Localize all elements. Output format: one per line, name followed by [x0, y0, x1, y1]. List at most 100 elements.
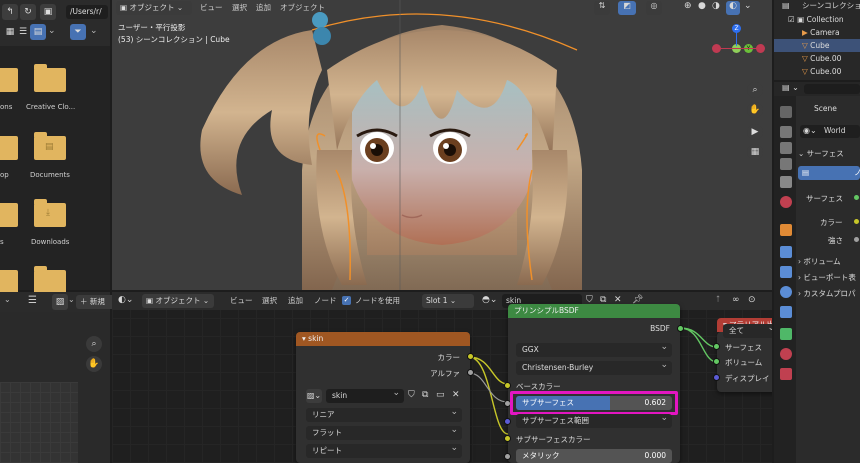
distribution-select[interactable]: GGX [516, 340, 672, 357]
transform-orientation-icon[interactable]: ⇅ [594, 1, 610, 15]
image-node-header[interactable]: ▾ skin [296, 332, 470, 346]
outliner-row-collection[interactable]: ☑ ▣ Collection [788, 13, 854, 26]
outliner-row-cube-001[interactable]: ▽ Cube.00 [802, 52, 860, 65]
hand-icon[interactable]: ✋ [747, 102, 763, 118]
menu-select[interactable]: 選択 [232, 1, 247, 15]
render-icon[interactable] [780, 126, 792, 138]
texture-icon[interactable] [780, 368, 792, 380]
bsdf-node-header[interactable]: プリンシプルBSDF [508, 304, 680, 318]
fake-user-icon[interactable]: ⛉ [408, 390, 415, 400]
output-target-select[interactable]: 全て [723, 321, 772, 338]
metallic-slider[interactable]: メタリック 0.000 [516, 449, 672, 463]
mode-select[interactable]: ▣ オブジェクト ⌄ [116, 1, 192, 15]
new-image-button[interactable]: ＋ 新規 [76, 295, 116, 309]
shading-rendered-icon[interactable]: ◐ [726, 1, 740, 15]
open-folder-icon[interactable]: ▭ [436, 390, 445, 400]
base-color-socket[interactable] [504, 382, 511, 389]
physics-icon[interactable] [780, 286, 792, 298]
search-field[interactable] [804, 84, 860, 94]
volume-input-socket[interactable] [713, 358, 720, 365]
material-icon[interactable] [780, 348, 792, 360]
node-editor[interactable]: ◐⌄ ▣ オブジェクト ⌄ ビュー 選択 追加 ノード ✓ ノードを使用 Slo… [112, 292, 772, 463]
properties-icon[interactable]: ▤ ⌄ [782, 83, 799, 92]
shading-wireframe-icon[interactable]: ⊕ [684, 1, 696, 15]
viewport-3d[interactable]: ▣ オブジェクト ⌄ ビュー 選択 追加 オブジェクト ⇅ ◩ ◎ ⊕ ● ◑ … [112, 0, 772, 290]
path-field[interactable]: /Users/r/ [66, 5, 108, 19]
list-view-icon[interactable]: ☰ [15, 24, 31, 40]
folder-documents-icon[interactable]: ▤ [34, 132, 66, 160]
metallic-socket[interactable] [504, 453, 511, 460]
use-nodes-button[interactable]: ▤ ノ [798, 166, 860, 180]
interpolation-select[interactable]: リニア [306, 405, 462, 422]
image-icon[interactable]: ▨ [52, 294, 68, 310]
camera-icon[interactable]: ▶ [747, 124, 763, 140]
duplicate-icon[interactable]: ⧉ [422, 390, 428, 400]
scene-icon[interactable] [780, 176, 792, 188]
custom-props-section[interactable]: › カスタムプロパ [798, 288, 855, 299]
subsurface-method-select[interactable]: Christensen-Burley [516, 358, 672, 375]
menu-icon[interactable]: ☰ [28, 295, 37, 306]
chevron-down-icon[interactable]: ⌄ [4, 295, 11, 304]
folder-icon[interactable] [0, 270, 18, 294]
subsurface-slider[interactable]: サブサーフェス 0.602 [516, 396, 672, 410]
tool-icon[interactable] [780, 106, 792, 118]
data-icon[interactable] [780, 328, 792, 340]
folder-icon[interactable] [0, 203, 18, 227]
image-texture-node[interactable]: ▾ skin カラー アルファ ▨⌄ skin ⛉ ⧉ ▭ ✕ リニア フラット… [296, 332, 474, 463]
grid-view-icon[interactable]: ▤ [30, 24, 46, 40]
surface-section-header[interactable]: ⌄ サーフェス [798, 148, 844, 159]
principled-bsdf-node[interactable]: プリンシプルBSDF BSDF GGX Christensen-Burley ベ… [504, 304, 684, 463]
view-layer-icon[interactable] [780, 158, 792, 170]
folder-icon[interactable] [34, 64, 66, 92]
shading-material-icon[interactable]: ◑ [712, 1, 724, 15]
zoom-icon[interactable]: ⌕ [747, 82, 763, 98]
subsurface-radius-socket[interactable] [504, 418, 511, 425]
object-icon[interactable] [780, 224, 792, 236]
output-icon[interactable] [780, 142, 792, 154]
grid-icon[interactable]: ▦ [747, 144, 763, 160]
folder-icon[interactable] [0, 68, 18, 92]
folder-download-icon[interactable]: ⤓ [34, 199, 66, 227]
image-name-field[interactable]: skin [326, 386, 404, 403]
chevron-down-icon[interactable]: ⌄ [744, 1, 752, 11]
chevron-down-icon[interactable]: ⌄ [68, 295, 75, 304]
subsurface-radius-select[interactable]: サブサーフェス範囲 [516, 411, 672, 428]
filter-icon[interactable]: ⏷ [70, 24, 86, 40]
projection-select[interactable]: フラット [306, 423, 462, 440]
alpha-output-socket[interactable] [467, 369, 474, 376]
constraints-icon[interactable] [780, 306, 792, 318]
world-selector[interactable]: ◉⌄ World [800, 125, 860, 138]
outliner-row-cube[interactable]: ▽ Cube [774, 39, 860, 52]
folder-icon[interactable] [0, 136, 18, 160]
refresh-icon[interactable]: ↻ [20, 4, 36, 20]
particles-icon[interactable] [780, 266, 792, 278]
chevron-down-icon[interactable]: ⌄ [48, 26, 56, 36]
viewport-display-section[interactable]: › ビューポート表 [798, 272, 856, 283]
extension-select[interactable]: リピート [306, 441, 462, 458]
world-icon[interactable] [780, 196, 792, 208]
menu-object[interactable]: オブジェクト [280, 1, 325, 15]
outliner-row-cube-002[interactable]: ▽ Cube.00 [802, 65, 860, 78]
parent-dir-icon[interactable]: ↰ [2, 4, 18, 20]
navigation-gizmo[interactable]: Z Y [710, 22, 766, 78]
volume-section[interactable]: › ボリューム [798, 256, 841, 267]
xray-icon[interactable]: ◎ [646, 1, 662, 15]
chevron-down-icon[interactable]: ⌄ [90, 26, 98, 36]
image-browse-icon[interactable]: ▨⌄ [306, 389, 322, 403]
modifier-icon[interactable] [780, 246, 792, 258]
hand-icon[interactable]: ✋ [86, 356, 102, 372]
shading-solid-icon[interactable]: ● [698, 1, 710, 15]
folder-icon[interactable] [34, 266, 66, 294]
bsdf-output-socket[interactable] [677, 325, 684, 332]
outliner-row-camera[interactable]: ▶ Camera [802, 26, 860, 39]
color-output-socket[interactable] [467, 353, 474, 360]
subsurface-color-socket[interactable] [504, 435, 511, 442]
displacement-input-socket[interactable] [713, 374, 720, 381]
menu-view[interactable]: ビュー [200, 1, 223, 15]
menu-add[interactable]: 追加 [256, 1, 271, 15]
zoom-icon[interactable]: ⌕ [86, 336, 102, 352]
new-folder-icon[interactable]: ▣ [40, 4, 56, 20]
close-icon[interactable]: ✕ [452, 390, 460, 400]
overlay-icon[interactable]: ◩ [618, 1, 636, 15]
surface-input-socket[interactable] [713, 343, 720, 350]
